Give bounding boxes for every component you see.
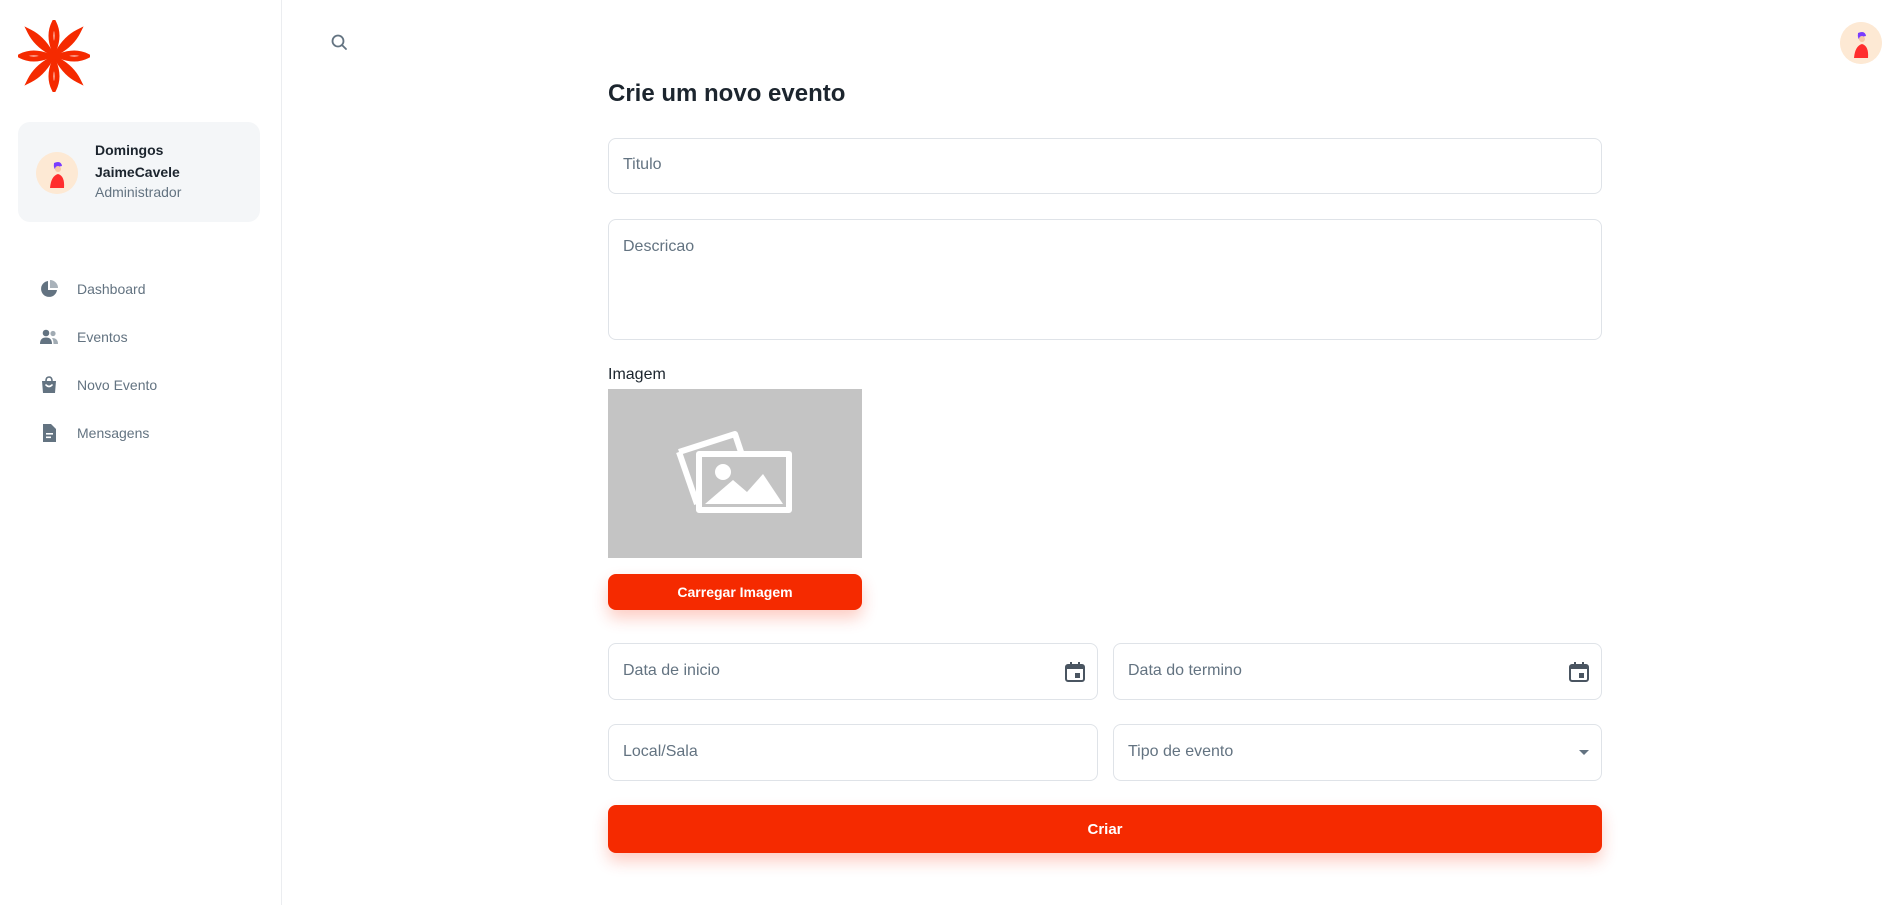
sidebar-item-eventos[interactable]: Eventos (28, 313, 260, 361)
sidebar: Domingos JaimeCavele Administrador Dashb… (0, 0, 282, 905)
tipo-placeholder: Tipo de evento (1128, 743, 1234, 760)
titulo-placeholder: Titulo (623, 156, 662, 173)
image-preview (608, 389, 862, 558)
local-input[interactable]: Local/Sala (608, 724, 1098, 781)
sidebar-item-label: Eventos (77, 329, 128, 345)
calendar-icon[interactable] (1567, 660, 1591, 684)
local-placeholder: Local/Sala (623, 743, 698, 760)
titulo-input[interactable]: Titulo (608, 138, 1602, 194)
sidebar-item-dashboard[interactable]: Dashboard (28, 265, 260, 313)
sidebar-item-novo-evento[interactable]: Novo Evento (28, 361, 260, 409)
end-date-input[interactable]: Data do termino (1113, 643, 1602, 700)
sidebar-item-label: Novo Evento (77, 377, 158, 393)
sidebar-item-mensagens[interactable]: Mensagens (28, 409, 260, 457)
end-date-placeholder: Data do termino (1128, 662, 1242, 679)
user-role: Administrador (95, 184, 182, 200)
document-icon (38, 422, 60, 444)
page-title: Crie um novo evento (608, 80, 846, 107)
start-date-input[interactable]: Data de inicio (608, 643, 1098, 700)
descricao-placeholder: Descricao (623, 238, 695, 255)
sidebar-nav: Dashboard Eventos Novo Evento Mensagens (28, 265, 260, 457)
criar-button[interactable]: Criar (608, 805, 1602, 853)
image-placeholder-icon (675, 428, 795, 519)
users-icon (38, 326, 60, 348)
avatar (36, 152, 78, 194)
shopping-bag-icon (38, 374, 60, 396)
sidebar-item-label: Mensagens (77, 425, 150, 441)
sunburst-logo-icon[interactable] (15, 17, 93, 95)
start-date-placeholder: Data de inicio (623, 662, 720, 679)
tipo-evento-select[interactable]: Tipo de evento (1113, 724, 1602, 781)
sidebar-item-label: Dashboard (77, 281, 146, 297)
chevron-down-icon (1579, 750, 1589, 755)
avatar-icon[interactable] (1840, 22, 1882, 64)
search-icon[interactable] (327, 30, 351, 54)
user-name: Domingos JaimeCavele (95, 142, 180, 180)
image-label: Imagem (608, 366, 666, 383)
upload-image-button[interactable]: Carregar Imagem (608, 574, 862, 610)
pie-chart-icon (38, 278, 60, 300)
descricao-textarea[interactable]: Descricao (608, 219, 1602, 340)
calendar-icon[interactable] (1063, 660, 1087, 684)
user-card: Domingos JaimeCavele Administrador (18, 122, 260, 222)
